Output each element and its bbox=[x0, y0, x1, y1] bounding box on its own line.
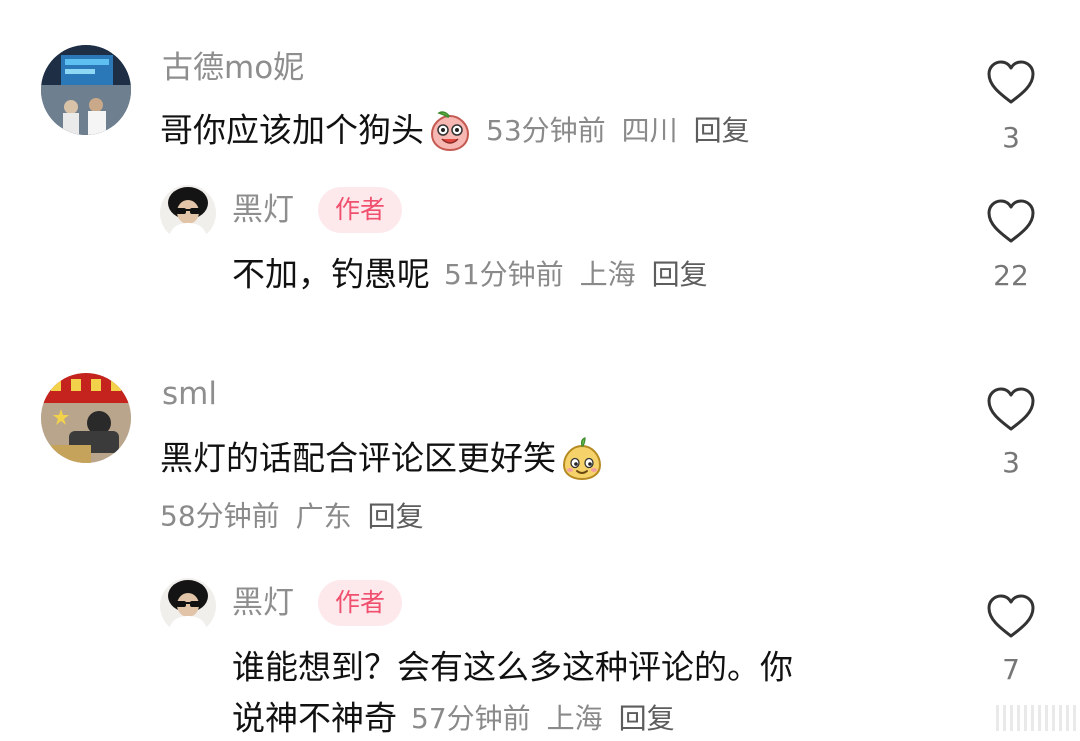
comment-location: 广东 bbox=[295, 499, 352, 533]
author-badge: 作者 bbox=[318, 580, 403, 626]
reply-location: 上海 bbox=[546, 701, 603, 735]
username-comment-2[interactable]: sml bbox=[162, 374, 217, 414]
reply-time: 51分钟前 bbox=[444, 257, 564, 291]
author-badge: 作者 bbox=[318, 187, 403, 233]
avatar-author-reply-2[interactable] bbox=[160, 578, 216, 634]
heart-outline-icon[interactable] bbox=[985, 58, 1037, 106]
reply-location: 上海 bbox=[579, 257, 636, 291]
username-author-reply-2[interactable]: 黑灯 bbox=[232, 583, 294, 623]
comment-text: 黑灯的话配合评论区更好笑 bbox=[160, 438, 556, 478]
reply-2-body-line1: 谁能想到？会有这么多这种评论的。你 bbox=[232, 645, 793, 690]
comment-1-body: 哥你应该加个狗头 53分钟前 四川 回复 bbox=[160, 108, 750, 153]
comment-2-meta: 58分钟前 广东 回复 bbox=[160, 494, 424, 539]
reply-text-line2: 说神不神奇 bbox=[232, 698, 397, 738]
username-author-reply-1[interactable]: 黑灯 bbox=[232, 190, 294, 230]
reply-1-body: 不加，钓愚呢 51分钟前 上海 回复 bbox=[232, 252, 708, 297]
smirk-face-emoji bbox=[562, 436, 602, 480]
reply-text: 不加，钓愚呢 bbox=[232, 254, 430, 294]
heart-outline-icon[interactable] bbox=[985, 385, 1037, 433]
comment-text: 哥你应该加个狗头 bbox=[160, 110, 424, 150]
like-count: 7 bbox=[1002, 653, 1020, 686]
like-count: 3 bbox=[1002, 446, 1020, 479]
avatar-author-reply-1[interactable] bbox=[160, 185, 216, 241]
reply-button[interactable]: 回复 bbox=[619, 702, 675, 735]
reply-button[interactable]: 回复 bbox=[694, 114, 750, 147]
reply-button[interactable]: 回复 bbox=[652, 258, 708, 291]
like-count: 22 bbox=[993, 259, 1029, 292]
avatar-comment-2[interactable] bbox=[41, 373, 131, 463]
comment-2-body: 黑灯的话配合评论区更好笑 bbox=[160, 436, 604, 481]
like-count: 3 bbox=[1002, 121, 1020, 154]
comment-time: 53分钟前 bbox=[486, 113, 606, 147]
comment-location: 四川 bbox=[621, 113, 678, 147]
heart-outline-icon[interactable] bbox=[985, 197, 1037, 245]
watermark bbox=[996, 698, 1076, 738]
peach-dog-head-emoji bbox=[430, 110, 470, 151]
reply-text-line1: 谁能想到？会有这么多这种评论的。你 bbox=[232, 647, 793, 687]
reply-button[interactable]: 回复 bbox=[368, 500, 424, 533]
reply-2-body-line2: 说神不神奇 57分钟前 上海 回复 bbox=[232, 696, 675, 741]
avatar-comment-1[interactable] bbox=[41, 45, 131, 135]
username-comment-1[interactable]: 古德mo妮 bbox=[162, 48, 304, 88]
reply-time: 57分钟前 bbox=[411, 701, 531, 735]
heart-outline-icon[interactable] bbox=[985, 592, 1037, 640]
comment-time: 58分钟前 bbox=[160, 499, 280, 533]
